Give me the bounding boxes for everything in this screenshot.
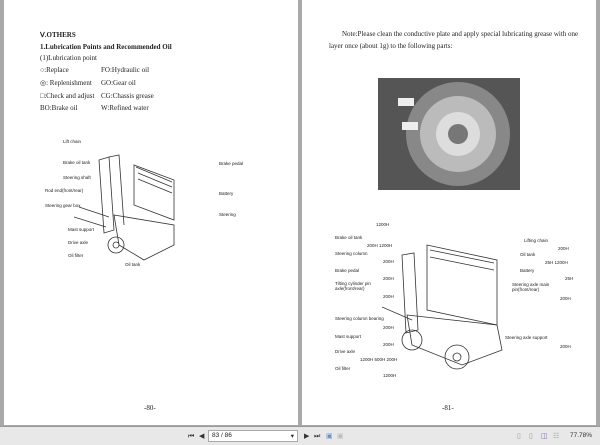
page-number: -81-	[442, 404, 454, 412]
label-mast-support: Mast support	[335, 334, 362, 339]
note-text: layer once (about 1g) to the following p…	[329, 42, 453, 50]
page-number-field[interactable]: 83 / 86 ▾	[208, 430, 298, 442]
label-steering-shaft: Steering shaft	[63, 175, 91, 180]
interval: 200H	[558, 246, 569, 251]
previous-page-icon[interactable]: ◀	[199, 432, 204, 440]
page-back-icon[interactable]: ▣	[326, 432, 333, 440]
label-battery: Battery	[219, 191, 234, 196]
label-brake-pedal: Brake pedal	[219, 161, 244, 166]
interval: 1200H 600H 200H	[360, 357, 398, 362]
zoom-level[interactable]: 77.78%	[570, 432, 592, 439]
interval: 25H 1200H	[545, 260, 568, 265]
interval: 200H	[560, 344, 571, 349]
forklift-illustration	[382, 244, 503, 370]
first-page-icon[interactable]: ⏮	[188, 432, 194, 441]
page-number: -80-	[144, 404, 156, 412]
label-steering: Steering	[219, 212, 236, 217]
label-battery: Battery	[520, 268, 535, 273]
label-oil-tank: Oil tank	[520, 252, 536, 257]
legend-item: CG:Chassis grease	[101, 92, 154, 100]
page-field-value: 83 / 86	[212, 432, 232, 439]
interval: 200H	[560, 296, 571, 301]
interval: 200H	[383, 294, 394, 299]
interval: 200H 1200H	[367, 243, 393, 248]
legend-item: W:Refined water	[101, 104, 149, 112]
label-oil-tank: Oil tank	[125, 262, 141, 267]
single-page-icon[interactable]: ▯	[517, 432, 521, 440]
legend-item: GO:Gear oil	[101, 79, 136, 87]
heading: 1.Lubrication Points and Recommended Oil	[40, 43, 172, 51]
interval: 1200H	[376, 222, 390, 227]
label-lift-chain: Lift chain	[63, 139, 82, 144]
left-page: Ⅴ.OTHERS 1.Lubrication Points and Recomm…	[4, 0, 298, 425]
label-drive-axle: Drive axle	[335, 349, 356, 354]
label-rod-end: Rod end(front/rear)	[45, 188, 84, 193]
interval: 200H	[383, 342, 394, 347]
right-page: Note:Please clean the conductive plate a…	[302, 0, 596, 425]
continuous-page-icon[interactable]: ▯	[529, 432, 533, 440]
label-brake-oil-tank: Brake oil tank	[63, 160, 91, 165]
legend-item: FO:Hydraulic oil	[101, 66, 150, 74]
viewer-toolbar: ⏮ ◀ 83 / 86 ▾ ▶ ⏭ ▣ ▣ ▯ ▯ ◫ ☷ 77.78%	[0, 426, 600, 445]
label-brake-pedal: Brake pedal	[335, 268, 360, 273]
interval: 200H	[383, 259, 394, 264]
chevron-down-icon[interactable]: ▾	[291, 432, 294, 440]
label-oil-filter: Oil filter	[335, 366, 351, 371]
label-steering-column-bearing: Steering column bearing	[335, 316, 384, 321]
label-steering-axle-main-pin: Steering axle main pin(front/rear)	[512, 282, 550, 292]
legend-item: ◎: Replenishment	[40, 79, 92, 87]
last-page-icon[interactable]: ⏭	[314, 432, 320, 441]
label-steering-gear-box: Steering gear box	[45, 203, 81, 208]
label-lifting-chain: Lifting chain	[524, 238, 549, 243]
label-oil-filter: Oil filter	[68, 253, 84, 258]
label-steering-column: Steering column	[335, 251, 368, 256]
label-mast-support: Mast support	[68, 227, 95, 232]
interval: 25H	[565, 276, 574, 281]
label-brake-oil-tank: Brake oil tank	[335, 235, 363, 240]
label-steering-axle-support: Steering axle support	[505, 335, 548, 340]
note-text: Note:Please clean the conductive plate a…	[342, 30, 579, 38]
legend-item: ○:Replace	[40, 66, 69, 74]
next-page-icon[interactable]: ▶	[304, 432, 309, 440]
label-drive-axle: Drive axle	[68, 240, 89, 245]
facing-pages-icon[interactable]: ◫	[541, 432, 548, 440]
subheading: (1)Lubrication point	[40, 54, 97, 62]
page-forward-icon[interactable]: ▣	[337, 432, 344, 440]
label-tilting-cylinder-pin: Tilting cylinder pin axle(front/rear)	[335, 281, 371, 291]
conductive-plate-photo	[378, 78, 520, 190]
legend-item: □:Check and adjust	[40, 92, 95, 100]
interval: 200H	[383, 276, 394, 281]
continuous-facing-icon[interactable]: ☷	[553, 432, 559, 440]
section-title: Ⅴ.OTHERS	[40, 31, 76, 39]
legend-item: BO:Brake oil	[40, 104, 78, 112]
forklift-illustration	[74, 154, 175, 261]
interval: 1200H	[383, 373, 397, 378]
interval: 200H	[383, 325, 394, 330]
